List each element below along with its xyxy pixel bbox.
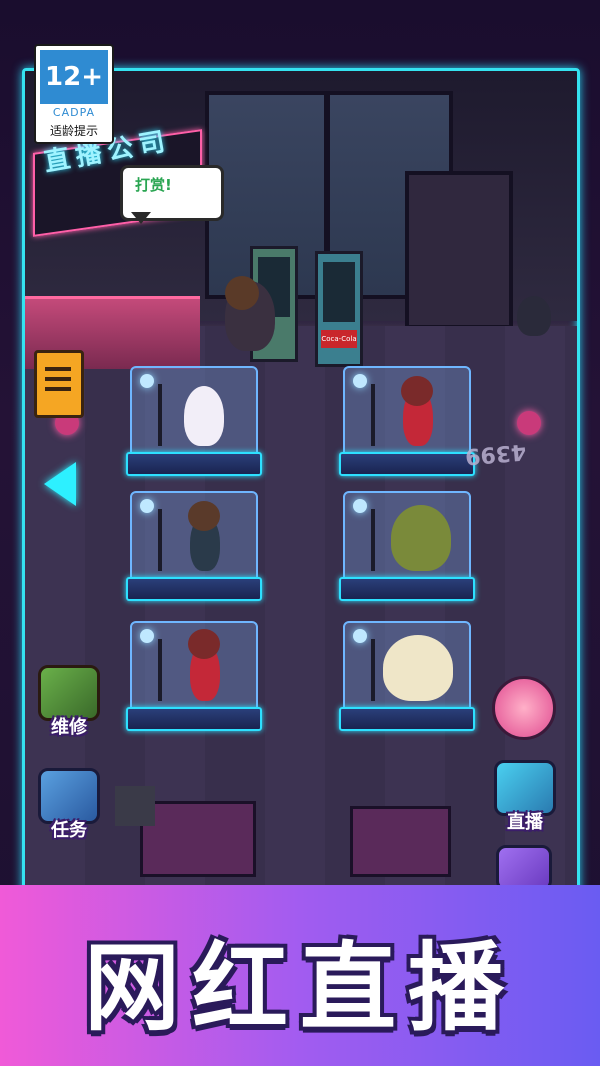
avatar-alert-button[interactable] [492,676,556,740]
gift-table[interactable] [350,806,451,877]
green-orc-streamer[interactable] [391,505,451,571]
banner-title: 网红直播 [84,932,516,1044]
age-rating-badge: 12+ CADPA 适龄提示 [34,44,114,144]
rating-note: 适龄提示 [49,124,98,138]
stream-booth-1[interactable] [126,366,262,476]
game-background: 直播公司 Coca-Cola 4399 12+ CADPA 适龄提示 打赏! 维… [0,0,600,1066]
document-icon[interactable] [34,350,84,418]
repair-button[interactable]: 维修 [38,665,100,739]
avatar-alert-icon [492,676,556,740]
camera-equipment [115,786,155,826]
stream-booth-5[interactable] [126,621,262,731]
stream-booth-2[interactable] [339,366,475,476]
livestream-label: 直播 [507,812,543,833]
alert-robot-visitor[interactable] [517,296,551,336]
repair-label: 维修 [51,717,87,738]
stream-booth-4[interactable] [339,491,475,601]
stream-booth-6[interactable] [339,621,475,731]
tasks-label: 任务 [51,820,87,841]
age-rating: 12+ [40,50,108,104]
bunny-robot-streamer[interactable] [184,386,224,446]
tip-speech-bubble: 打赏! [120,165,224,224]
director-desk[interactable] [140,801,256,877]
score-counter: 4399 [464,438,528,469]
stream-booth-3[interactable] [126,491,262,601]
vending-label: Coca-Cola [321,330,357,348]
bunny-and-blonde-streamers[interactable] [383,635,453,701]
rating-org: CADPA [52,106,96,119]
back-arrow-icon[interactable] [44,462,76,506]
speech-bubble-text: 打赏! [135,176,172,194]
tasks-button[interactable]: 任务 [38,768,100,842]
glass-door [405,171,513,329]
livestream-button[interactable]: 直播 [494,760,556,834]
visitor-head [225,276,259,310]
drink-vending-machine[interactable]: Coca-Cola [315,251,363,367]
wall-light-right [517,411,541,435]
